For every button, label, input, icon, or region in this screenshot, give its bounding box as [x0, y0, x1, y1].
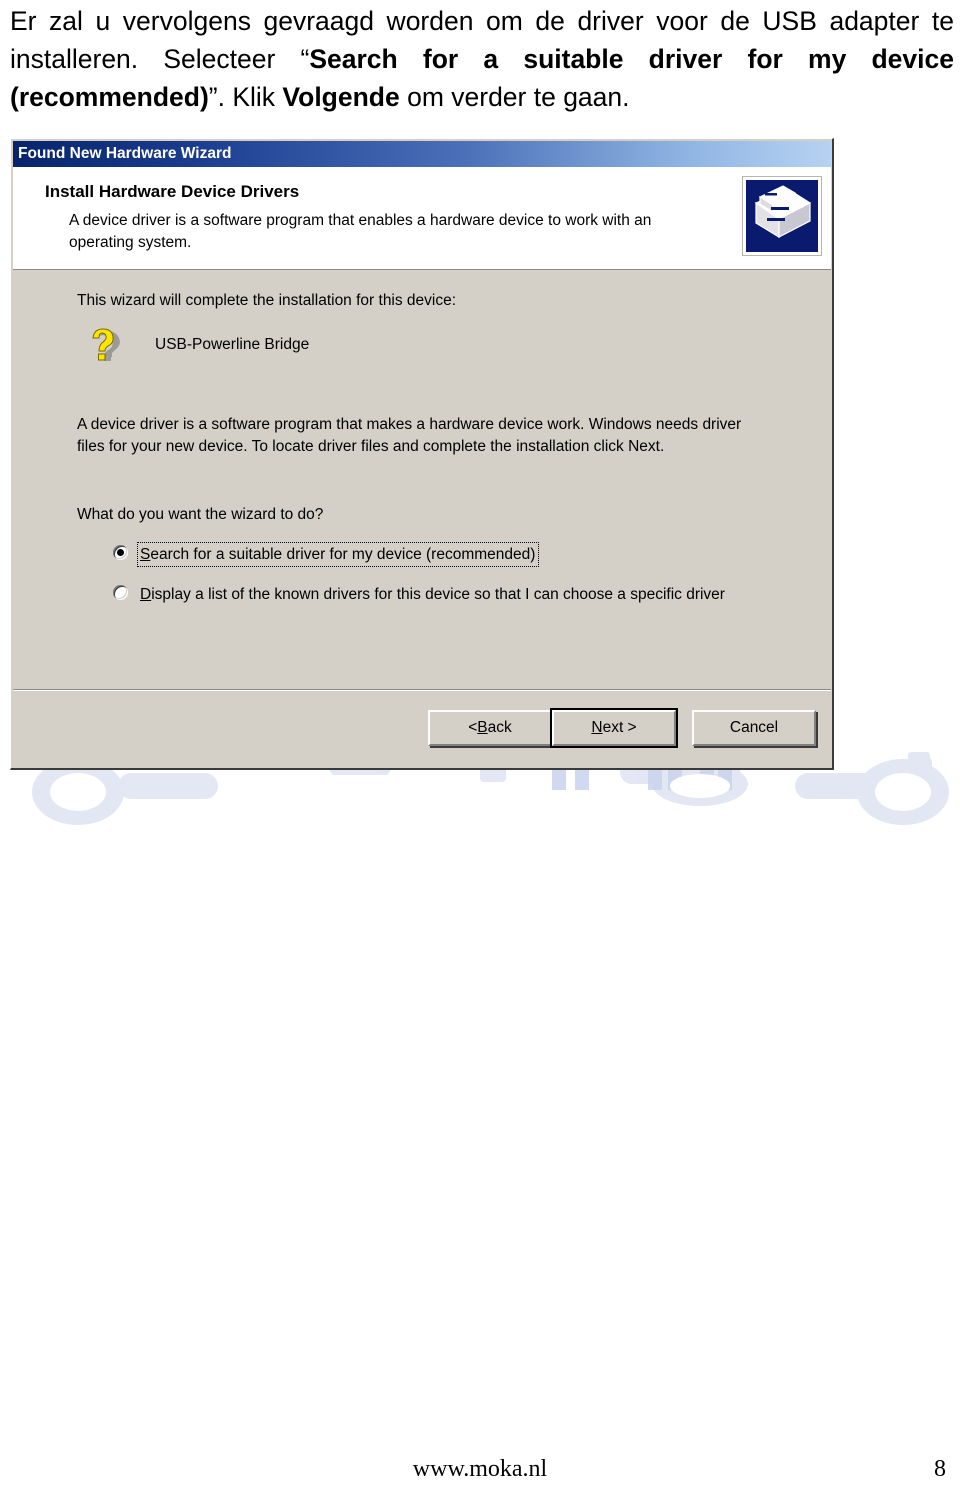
radio-button-icon-unselected[interactable]: [113, 585, 128, 600]
instruction-paragraph: Er zal u vervolgens gevraagd worden om d…: [10, 2, 954, 116]
radio-option-search-driver[interactable]: Search for a suitable driver for my devi…: [113, 542, 753, 567]
device-name-label: USB-Powerline Bridge: [155, 336, 310, 353]
instruction-run-3-bold: Volgende: [282, 82, 400, 112]
page-footer: www.moka.nl 8: [0, 1456, 960, 1492]
next-button-suffix: ext >: [602, 719, 637, 736]
radio-option-display-list-label: Display a list of the known drivers for …: [138, 583, 728, 606]
accelerator-letter: D: [140, 586, 152, 603]
wizard-footer-panel: < Back Next > Cancel: [13, 691, 831, 765]
accelerator-letter: B: [477, 719, 488, 736]
wizard-question-label: What do you want the wizard to do?: [77, 506, 324, 523]
wizard-header-panel: Install Hardware Device Drivers A device…: [13, 167, 831, 270]
wizard-device-prompt: This wizard will complete the installati…: [77, 292, 457, 309]
accelerator-letter: N: [591, 719, 603, 736]
unknown-device-question-mark-icon: [85, 326, 121, 362]
cancel-button[interactable]: Cancel: [692, 710, 816, 746]
back-button-prefix: <: [468, 719, 478, 736]
radio-option-display-list-text: isplay a list of the known drivers for t…: [151, 586, 725, 603]
back-button[interactable]: < Back: [428, 710, 552, 746]
footer-website-url: www.moka.nl: [412, 1456, 548, 1482]
cancel-button-label: Cancel: [729, 719, 779, 736]
accelerator-letter: S: [140, 546, 151, 563]
wizard-header-title: Install Hardware Device Drivers: [45, 182, 300, 201]
found-new-hardware-wizard-dialog: Found New Hardware Wizard Install Hardwa…: [10, 138, 834, 770]
wizard-description-paragraph: A device driver is a software program th…: [77, 416, 742, 455]
radio-button-icon-selected[interactable]: [113, 545, 128, 560]
footer-page-number: 8: [934, 1456, 946, 1482]
dialog-title: Found New Hardware Wizard: [18, 145, 232, 162]
instruction-run-4: om verder te gaan.: [399, 82, 630, 112]
radio-option-display-list[interactable]: Display a list of the known drivers for …: [113, 583, 773, 606]
radio-option-search-driver-label: Search for a suitable driver for my devi…: [136, 542, 540, 567]
instruction-run-2: ”. Klik: [208, 82, 283, 112]
wizard-header-description: A device driver is a software program th…: [69, 212, 652, 251]
next-button[interactable]: Next >: [550, 708, 678, 748]
radio-option-search-driver-text: earch for a suitable driver for my devic…: [150, 546, 536, 563]
wizard-body-panel: This wizard will complete the installati…: [13, 271, 831, 689]
back-button-suffix: ack: [487, 719, 512, 736]
dialog-titlebar[interactable]: Found New Hardware Wizard: [13, 141, 831, 167]
add-new-hardware-icon: [742, 176, 822, 256]
